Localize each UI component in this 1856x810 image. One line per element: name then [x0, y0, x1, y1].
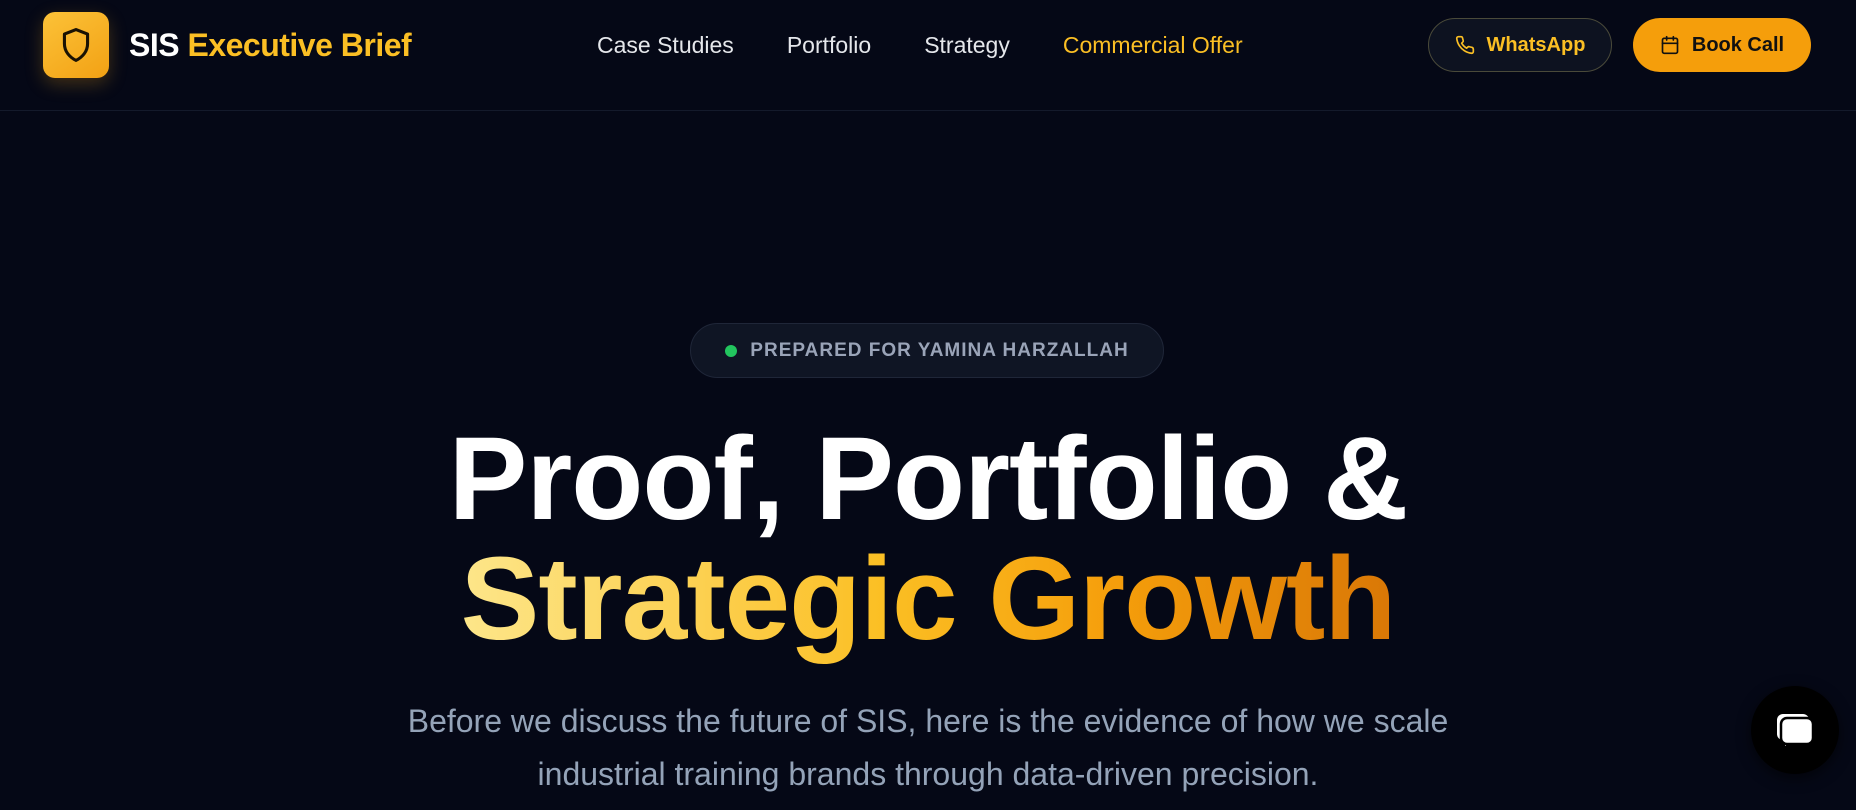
calendar-icon [1661, 35, 1679, 55]
nav-strategy[interactable]: Strategy [924, 32, 1010, 59]
hero-title-line1: Proof, Portfolio & [448, 413, 1409, 545]
brand-name-sis: SIS [129, 26, 180, 63]
hero-subtitle-line1: Before we discuss the future of SIS, her… [407, 703, 1449, 739]
whatsapp-label: WhatsApp [1486, 33, 1586, 56]
top-navbar: SIS Executive Brief Case Studies Portfol… [0, 0, 1856, 111]
status-dot [725, 344, 738, 357]
phone-icon [1455, 35, 1474, 55]
chat-widget-button[interactable] [1751, 686, 1839, 774]
hero-title-line2: Strategic Growth [0, 540, 1856, 658]
prepared-for-text: PREPARED FOR YAMINA HARZALLAH [750, 339, 1129, 361]
book-call-button[interactable]: Book Call [1633, 18, 1811, 72]
brand-logo [43, 12, 109, 78]
nav-commercial-offer[interactable]: Commercial Offer [1063, 32, 1243, 59]
nav-case-studies[interactable]: Case Studies [597, 32, 734, 59]
hero-title-gradient-text: Strategic Growth [460, 533, 1397, 665]
brand-name-executive-brief: Executive Brief [187, 26, 412, 63]
shield-icon [62, 28, 90, 62]
main-nav: Case Studies Portfolio Strategy Commerci… [597, 32, 1243, 59]
hero-subtitle-line2: industrial training brands through data-… [537, 756, 1319, 792]
whatsapp-button[interactable]: WhatsApp [1428, 18, 1612, 72]
prepared-for-badge: PREPARED FOR YAMINA HARZALLAH [690, 323, 1164, 378]
brand[interactable]: SIS Executive Brief [43, 12, 412, 78]
brand-title: SIS Executive Brief [129, 26, 412, 64]
book-call-label: Book Call [1691, 33, 1785, 56]
hero-subtitle: Before we discuss the future of SIS, her… [0, 695, 1856, 801]
chat-bubble-icon [1777, 714, 1815, 746]
nav-portfolio[interactable]: Portfolio [787, 32, 871, 59]
